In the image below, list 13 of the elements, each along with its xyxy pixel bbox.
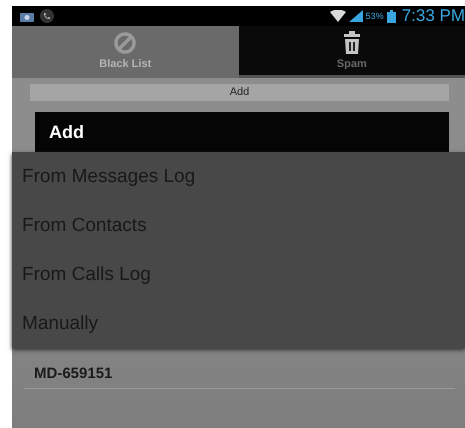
- tab[interactable]: Spam: [238, 26, 465, 78]
- camera-icon: [20, 10, 34, 22]
- signal-icon: [348, 10, 363, 22]
- wifi-icon: [330, 10, 346, 22]
- menu-title: Add: [35, 112, 449, 152]
- section-header: Add: [30, 84, 449, 101]
- phone-icon: [40, 9, 54, 23]
- tab[interactable]: Black List: [12, 26, 238, 78]
- battery-icon: [386, 10, 396, 22]
- prohibited-icon: [113, 31, 138, 55]
- list-item[interactable]: MD-659151: [24, 359, 455, 389]
- clock: 7:33 PM: [402, 6, 465, 26]
- battery-percent: 53%: [366, 11, 384, 21]
